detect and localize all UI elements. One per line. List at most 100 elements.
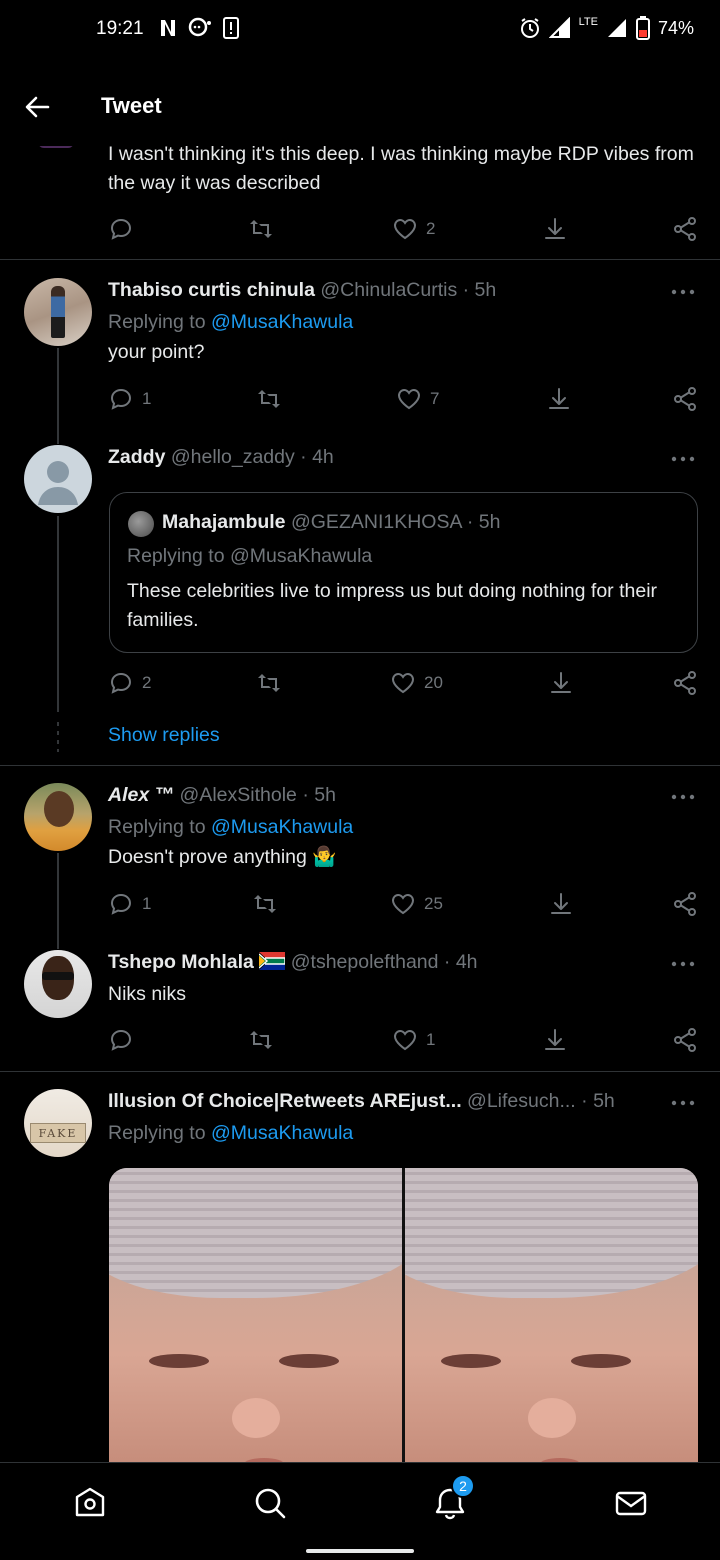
like-icon [391,893,415,915]
avatar[interactable]: FAKE [24,1089,92,1157]
reply-icon [110,893,132,915]
like-button[interactable]: 7 [396,384,439,414]
more-share-button[interactable] [672,214,698,244]
like-count: 25 [424,894,443,913]
mail-icon[interactable] [613,1485,649,1521]
user-handle[interactable]: @ChinulaCurtis [320,279,457,301]
tweet-author[interactable]: Illusion Of Choice|Retweets AREjust... @… [108,1090,615,1113]
back-arrow-icon[interactable] [22,92,52,122]
share-network-icon [674,1028,696,1052]
chat-icon [188,17,211,37]
more-share-button[interactable] [672,1025,698,1055]
share-button[interactable] [546,384,572,414]
baby-eye [279,1354,339,1368]
media-image-right[interactable] [405,1168,698,1478]
user-handle[interactable]: @AlexSithole [180,784,297,806]
avatar[interactable] [24,445,92,513]
avatar-figure [51,286,65,338]
display-name[interactable]: Thabiso curtis chinula [108,279,315,301]
tweet-author[interactable]: Zaddy @hello_zaddy · 4h [108,446,334,469]
avatar-face [44,791,74,827]
tweet-author[interactable]: Tshepo Mohlala @tshepolefthand · 4h [108,951,478,974]
mention-link[interactable]: @MusaKhawula [211,311,353,333]
baby-nose [528,1398,577,1438]
home-icon[interactable] [72,1485,108,1521]
share-button[interactable] [542,1025,568,1055]
quoted-tweet[interactable]: Mahajambule @GEZANI1KHOSA · 5h Replying … [109,492,698,653]
south-africa-flag-icon [258,952,287,970]
share-icon [551,893,571,914]
media-image-left[interactable] [109,1168,402,1478]
tweet-actions: 1 [108,1025,700,1055]
more-icon[interactable] [670,1100,696,1106]
tweet-actions: 2 [108,214,700,244]
quoted-time: · 5h [466,511,501,533]
retweet-button[interactable] [256,668,290,698]
search-icon[interactable] [252,1485,288,1521]
mention-link[interactable]: @MusaKhawula [211,1122,353,1144]
notifications-badge: 2 [451,1474,475,1498]
default-avatar-icon [38,461,78,505]
replying-to: Replying to @MusaKhawula [108,1122,353,1145]
quoted-text: These celebrities live to impress us but… [127,580,658,631]
tweet-media[interactable] [109,1168,698,1478]
quoted-avatar [128,511,154,537]
tweet-text: your point? [108,341,205,363]
avatar[interactable] [24,950,92,1018]
reply-button[interactable]: 1 [108,384,151,414]
like-button[interactable]: 25 [390,889,443,919]
baby-eye [441,1354,501,1368]
display-name[interactable]: Zaddy [108,446,165,468]
more-share-button[interactable] [672,668,698,698]
reply-button[interactable] [108,1025,142,1055]
retweet-button[interactable] [256,384,290,414]
like-button[interactable]: 2 [392,214,435,244]
user-handle[interactable]: @tshepolefthand [291,951,439,973]
baby-nose [232,1398,281,1438]
retweet-button[interactable] [252,889,286,919]
share-icon [549,388,569,409]
like-count: 1 [426,1030,436,1049]
share-button[interactable] [542,214,568,244]
like-button[interactable]: 1 [392,1025,435,1055]
share-button[interactable] [548,889,574,919]
tweet-time: · 4h [443,951,478,973]
more-share-button[interactable] [672,384,698,414]
avatar[interactable] [24,783,92,851]
like-count: 2 [426,219,436,238]
reply-button[interactable]: 2 [108,668,151,698]
display-name[interactable]: Illusion Of Choice|Retweets AREjust... [108,1090,462,1112]
display-name[interactable]: Tshepo Mohlala [108,951,254,973]
show-replies-link[interactable]: Show replies [108,724,220,747]
more-icon[interactable] [670,794,696,800]
share-button[interactable] [548,668,574,698]
user-handle[interactable]: @Lifesuch... [467,1090,576,1112]
more-icon[interactable] [670,456,696,462]
more-share-button[interactable] [672,889,698,919]
reply-button[interactable] [108,214,142,244]
tweet-author[interactable]: Alex ™ @AlexSithole · 5h [108,784,336,807]
more-icon[interactable] [670,961,696,967]
display-name[interactable]: Alex ™ [108,784,174,806]
like-button[interactable]: 20 [390,668,443,698]
share-network-icon [674,671,696,695]
share-network-icon [674,892,696,916]
baby-hat [109,1168,402,1298]
mention-link[interactable]: @MusaKhawula [211,816,353,838]
retweet-button[interactable] [248,1025,282,1055]
battery-percent: 74% [657,17,694,38]
user-handle[interactable]: @hello_zaddy [171,446,295,468]
retweet-icon [250,1031,272,1049]
share-icon [551,672,571,693]
reply-count: 2 [142,673,152,692]
netflix-icon [161,20,175,36]
reply-count: 1 [142,389,152,408]
more-icon[interactable] [670,289,696,295]
reply-button[interactable]: 1 [108,889,151,919]
bottom-nav: 2 [0,1462,720,1560]
tweet-actions: 1 25 [108,889,700,919]
tweet-author[interactable]: Thabiso curtis chinula @ChinulaCurtis · … [108,279,496,302]
retweet-button[interactable] [248,214,282,244]
share-network-icon [674,387,696,411]
avatar[interactable] [24,278,92,346]
